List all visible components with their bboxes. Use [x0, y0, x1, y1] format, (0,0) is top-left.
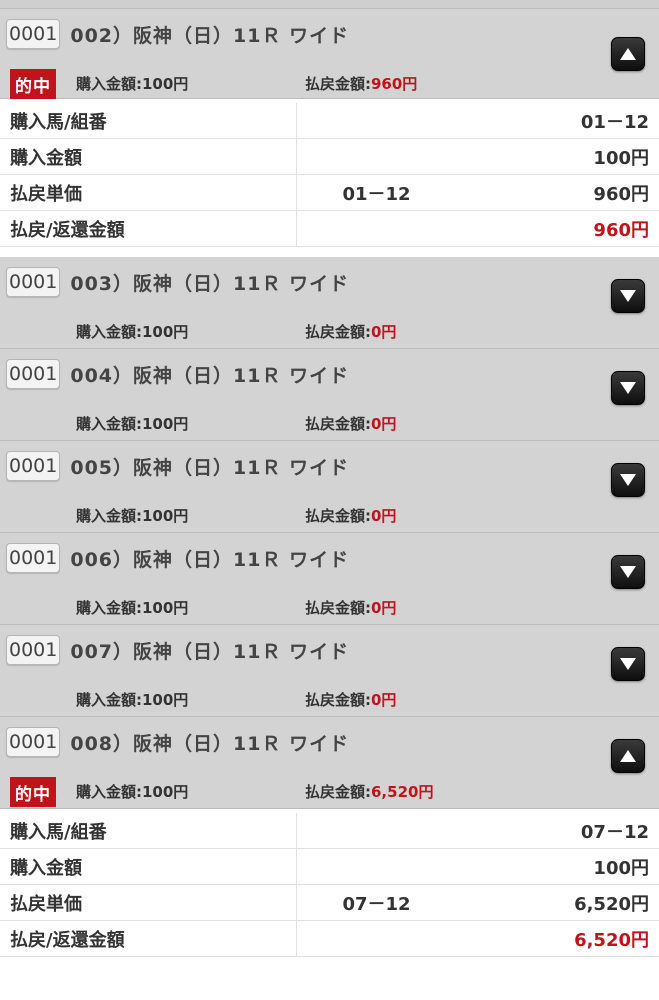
detail-table: 購入馬/組番 07－12 購入金額 100円 払戻単価 07－12 6,520円…: [0, 813, 659, 957]
refund-value: 960円: [296, 210, 659, 247]
ticket-header[interactable]: 0001 006）阪神（日）11Ｒ ワイド 購入金額:100円 払戻金額:0円: [0, 533, 659, 625]
triangle-down-icon: [620, 566, 636, 578]
purchase-amount: 購入金額:100円: [76, 507, 189, 525]
top-strip: [0, 0, 659, 9]
triangle-down-icon: [620, 658, 636, 670]
triangle-up-icon: [620, 750, 636, 762]
amount-label: 購入金額: [0, 138, 297, 175]
payout-amount: 払戻金額:6,520円: [305, 783, 434, 801]
ticket-title: 002）阪神（日）11Ｒ ワイド: [70, 24, 350, 47]
unit-combo: 07－12: [296, 884, 457, 921]
ticket-code-badge: 0001: [6, 635, 61, 665]
ticket-header[interactable]: 0001 008）阪神（日）11Ｒ ワイド 的中 購入金額:100円 払戻金額:…: [0, 717, 659, 809]
triangle-down-icon: [620, 382, 636, 394]
payout-amount: 払戻金額:960円: [305, 75, 418, 93]
ticket-code-badge: 0001: [6, 727, 61, 757]
table-row: 購入馬/組番 07－12: [0, 813, 659, 849]
table-row: 払戻単価 07－12 6,520円: [0, 884, 659, 921]
ticket-title: 006）阪神（日）11Ｒ ワイド: [70, 548, 350, 571]
payout-amount: 払戻金額:0円: [305, 599, 397, 617]
horse-value: 07－12: [296, 813, 659, 849]
table-row: 購入金額 100円: [0, 138, 659, 175]
refund-label: 払戻/返還金額: [0, 210, 297, 247]
hit-badge: 的中: [10, 777, 56, 807]
purchase-amount: 購入金額:100円: [76, 783, 189, 801]
ticket-title: 003）阪神（日）11Ｒ ワイド: [70, 272, 350, 295]
ticket-detail: 購入馬/組番 07－12 購入金額 100円 払戻単価 07－12 6,520円…: [0, 809, 659, 967]
unit-price-label: 払戻単価: [0, 884, 297, 921]
expand-button[interactable]: [611, 647, 645, 681]
ticket-detail: 購入馬/組番 01－12 購入金額 100円 払戻単価 01－12 960円 払…: [0, 99, 659, 257]
table-row: 払戻単価 01－12 960円: [0, 174, 659, 211]
ticket-header[interactable]: 0001 004）阪神（日）11Ｒ ワイド 購入金額:100円 払戻金額:0円: [0, 349, 659, 441]
ticket-header[interactable]: 0001 005）阪神（日）11Ｒ ワイド 購入金額:100円 払戻金額:0円: [0, 441, 659, 533]
hit-badge: 的中: [10, 69, 56, 99]
expand-button[interactable]: [611, 463, 645, 497]
ticket-code-badge: 0001: [6, 267, 61, 297]
purchase-amount: 購入金額:100円: [76, 75, 189, 93]
ticket-title: 008）阪神（日）11Ｒ ワイド: [70, 732, 350, 755]
table-row: 購入馬/組番 01－12: [0, 103, 659, 139]
payout-amount: 払戻金額:0円: [305, 323, 397, 341]
table-row: 購入金額 100円: [0, 848, 659, 885]
amount-label: 購入金額: [0, 848, 297, 885]
purchase-amount: 購入金額:100円: [76, 323, 189, 341]
triangle-down-icon: [620, 290, 636, 302]
expand-button[interactable]: [611, 555, 645, 589]
purchase-amount: 購入金額:100円: [76, 599, 189, 617]
purchase-amount: 購入金額:100円: [76, 691, 189, 709]
refund-label: 払戻/返還金額: [0, 920, 297, 957]
table-row: 払戻/返還金額 960円: [0, 210, 659, 247]
refund-value: 6,520円: [296, 920, 659, 957]
ticket-title: 007）阪神（日）11Ｒ ワイド: [70, 640, 350, 663]
ticket-title: 004）阪神（日）11Ｒ ワイド: [70, 364, 350, 387]
horse-value: 01－12: [296, 103, 659, 139]
ticket-header[interactable]: 0001 002）阪神（日）11Ｒ ワイド 的中 購入金額:100円 払戻金額:…: [0, 9, 659, 99]
unit-price-value: 6,520円: [456, 884, 659, 921]
payout-amount: 払戻金額:0円: [305, 507, 397, 525]
amount-value: 100円: [296, 848, 659, 885]
ticket-title: 005）阪神（日）11Ｒ ワイド: [70, 456, 350, 479]
ticket-code-badge: 0001: [6, 451, 61, 481]
detail-table: 購入馬/組番 01－12 購入金額 100円 払戻単価 01－12 960円 払…: [0, 103, 659, 247]
expand-button[interactable]: [611, 371, 645, 405]
payout-amount: 払戻金額:0円: [305, 415, 397, 433]
triangle-down-icon: [620, 474, 636, 486]
unit-price-value: 960円: [456, 174, 659, 211]
unit-price-label: 払戻単価: [0, 174, 297, 211]
horse-label: 購入馬/組番: [0, 103, 297, 139]
ticket-header[interactable]: 0001 003）阪神（日）11Ｒ ワイド 購入金額:100円 払戻金額:0円: [0, 257, 659, 349]
payout-amount: 払戻金額:0円: [305, 691, 397, 709]
expand-button[interactable]: [611, 279, 645, 313]
unit-combo: 01－12: [296, 174, 457, 211]
collapse-button[interactable]: [611, 739, 645, 773]
purchase-amount: 購入金額:100円: [76, 415, 189, 433]
ticket-header[interactable]: 0001 007）阪神（日）11Ｒ ワイド 購入金額:100円 払戻金額:0円: [0, 625, 659, 717]
ticket-code-badge: 0001: [6, 543, 61, 573]
ticket-code-badge: 0001: [6, 359, 61, 389]
ticket-code-badge: 0001: [6, 19, 61, 49]
table-row: 払戻/返還金額 6,520円: [0, 920, 659, 957]
collapse-button[interactable]: [611, 37, 645, 71]
amount-value: 100円: [296, 138, 659, 175]
horse-label: 購入馬/組番: [0, 813, 297, 849]
triangle-up-icon: [620, 48, 636, 60]
